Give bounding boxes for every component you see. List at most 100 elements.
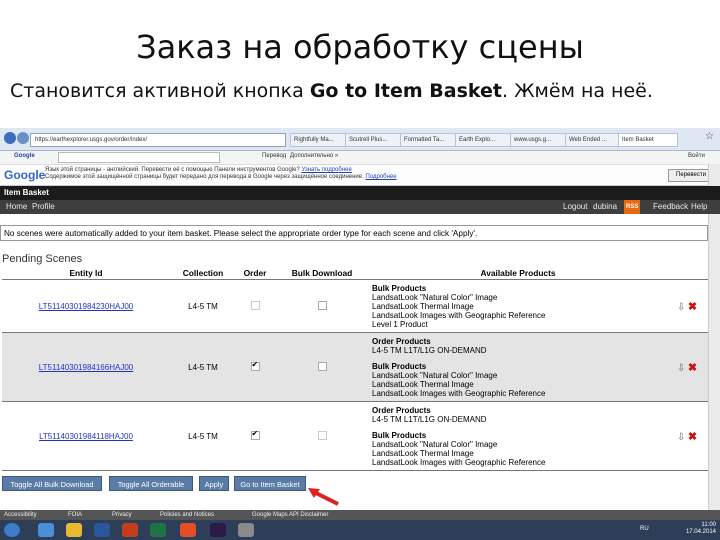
download-icon[interactable]: ⇩ xyxy=(677,363,685,374)
col-collection: Collection xyxy=(170,267,236,280)
page-footer: Accessibility FOIA Privacy Policies and … xyxy=(0,510,720,520)
pending-scenes-table: Entity Id Collection Order Bulk Download… xyxy=(2,267,708,471)
entity-link[interactable]: LT51140301984166HAJ00 xyxy=(2,332,170,402)
browser-titlebar: https://earthexplorer.usgs.gov/order/ind… xyxy=(0,128,720,151)
start-icon[interactable] xyxy=(4,523,20,537)
toolbar-more[interactable]: Дополнительно » xyxy=(290,153,338,159)
product-item: LandsatLook Images with Geographic Refer… xyxy=(372,388,546,398)
browser-tab[interactable]: Web Ended ... xyxy=(565,133,620,147)
star-icon[interactable]: ☆ xyxy=(705,131,714,142)
product-heading: Order Products xyxy=(372,405,431,415)
nav-feedback[interactable]: Feedback xyxy=(653,200,688,214)
translate-bar: Google Язык этой страницы - английский. … xyxy=(0,165,720,186)
download-icon[interactable]: ⇩ xyxy=(677,302,685,313)
translate-learn-link[interactable]: Узнать подробнее xyxy=(301,167,351,173)
entity-link[interactable]: LT51140301984230HAJ00 xyxy=(2,279,170,333)
browser-tab[interactable]: Rightfully Ma... xyxy=(290,133,347,147)
product-heading: Bulk Products xyxy=(372,430,427,440)
order-checkbox[interactable] xyxy=(250,360,260,371)
address-bar[interactable]: https://earthexplorer.usgs.gov/order/ind… xyxy=(30,133,286,147)
nav-logout[interactable]: Logout xyxy=(563,200,587,214)
delete-icon[interactable]: ✖ xyxy=(688,431,697,443)
browser-screenshot: https://earthexplorer.usgs.gov/order/ind… xyxy=(0,128,720,540)
nav-user: dubina xyxy=(593,202,618,211)
browser-tab[interactable]: Scutrell Plus... xyxy=(345,133,402,147)
toolbar-search-input[interactable] xyxy=(58,152,220,163)
browser-tab[interactable]: Formatted Ta... xyxy=(400,133,457,147)
order-checkbox[interactable] xyxy=(250,429,260,440)
footer-link[interactable]: Google Maps API Disclaimer xyxy=(252,510,328,520)
google-logo: Google xyxy=(4,168,46,182)
red-arrow-icon xyxy=(308,488,339,506)
product-item: LandsatLook Thermal Image xyxy=(372,448,474,458)
delete-icon[interactable]: ✖ xyxy=(688,301,697,313)
toggle-bulk-button[interactable]: Toggle All Bulk Download xyxy=(2,476,102,491)
footer-link[interactable]: Accessibility xyxy=(4,510,37,520)
clock-date: 17.04.2014 xyxy=(685,529,716,535)
table-row: LT51140301984230HAJ00 L4-5 TM Bulk Produ… xyxy=(2,279,708,333)
app-icon[interactable] xyxy=(94,523,110,537)
app-icon[interactable] xyxy=(150,523,166,537)
nav-home[interactable]: Home xyxy=(6,200,27,214)
subtitle-after: . Жмём на неё. xyxy=(502,80,653,102)
browser-tab[interactable]: www.usgs.g... xyxy=(510,133,567,147)
windows-taskbar: RU 11:00 17.04.2014 xyxy=(0,520,720,540)
order-checkbox[interactable] xyxy=(250,300,260,310)
product-item: LandsatLook "Natural Color" Image xyxy=(372,292,498,302)
ie-icon[interactable] xyxy=(38,523,54,537)
products-cell: Bulk Products LandsatLook "Natural Color… xyxy=(370,279,666,333)
product-item: L4-5 TM L1T/L1G ON-DEMAND xyxy=(372,345,487,355)
photoshop-icon[interactable] xyxy=(210,523,226,537)
delete-icon[interactable]: ✖ xyxy=(688,362,697,374)
folder-icon[interactable] xyxy=(66,523,82,537)
forward-icon[interactable] xyxy=(17,132,29,144)
footer-link[interactable]: Policies and Notices xyxy=(160,510,214,520)
product-item: LandsatLook "Natural Color" Image xyxy=(372,370,498,380)
toolbar-google-label: Google xyxy=(14,153,35,159)
translate-line2: Содержимое этой защищённой страницы буде… xyxy=(45,174,364,180)
pending-title: Pending Scenes xyxy=(2,253,83,265)
go-to-item-basket-button[interactable]: Go to Item Basket xyxy=(234,476,306,491)
subtitle-bold: Go to Item Basket xyxy=(309,80,502,102)
translate-details-link[interactable]: Подробнее xyxy=(365,174,396,180)
page-nav: Home Profile Logout dubina RSS Feedback … xyxy=(0,200,720,214)
table-row: LT51140301984166HAJ00 L4-5 TM Order Prod… xyxy=(2,332,708,402)
footer-link[interactable]: Privacy xyxy=(112,510,132,520)
products-cell: Order Products L4-5 TM L1T/L1G ON-DEMAND… xyxy=(370,332,666,402)
bulk-checkbox[interactable] xyxy=(317,361,327,371)
product-heading: Bulk Products xyxy=(372,361,427,371)
table-row: LT51140301984118HAJ00 L4-5 TM Order Prod… xyxy=(2,401,708,471)
download-icon[interactable]: ⇩ xyxy=(677,432,685,443)
browser-tab[interactable]: Earth Explo... xyxy=(455,133,512,147)
app-icon[interactable] xyxy=(122,523,138,537)
toggle-orderable-button[interactable]: Toggle All Orderable xyxy=(109,476,193,491)
product-item: LandsatLook Thermal Image xyxy=(372,379,474,389)
app-icon[interactable] xyxy=(180,523,196,537)
col-available-products: Available Products xyxy=(370,267,666,280)
page-scrollbar[interactable] xyxy=(708,164,720,510)
product-item: LandsatLook "Natural Color" Image xyxy=(372,439,498,449)
collection-cell: L4-5 TM xyxy=(170,401,236,471)
product-item: Level 1 Product xyxy=(372,319,428,329)
product-item: L4-5 TM L1T/L1G ON-DEMAND xyxy=(372,414,487,424)
back-icon[interactable] xyxy=(4,132,16,144)
language-indicator[interactable]: RU xyxy=(640,526,649,532)
toolbar-translate[interactable]: Перевод xyxy=(262,153,286,159)
browser-tab-active[interactable]: Item Basket xyxy=(618,133,678,147)
apply-button[interactable]: Apply xyxy=(199,476,229,491)
clock[interactable]: 11:00 17.04.2014 xyxy=(686,522,716,536)
rss-icon[interactable]: RSS xyxy=(624,200,641,214)
collection-cell: L4-5 TM xyxy=(170,279,236,333)
footer-link[interactable]: FOIA xyxy=(68,510,82,520)
nav-profile[interactable]: Profile xyxy=(32,200,55,214)
app-icon[interactable] xyxy=(238,523,254,537)
entity-link[interactable]: LT51140301984118HAJ00 xyxy=(2,401,170,471)
nav-help[interactable]: Help xyxy=(691,200,707,214)
bulk-checkbox[interactable] xyxy=(317,300,327,310)
sign-in-link[interactable]: Войти xyxy=(688,153,705,159)
notice-message: No scenes were automatically added to yo… xyxy=(0,225,708,241)
product-item: LandsatLook Images with Geographic Refer… xyxy=(372,310,546,320)
bulk-checkbox[interactable] xyxy=(317,430,327,440)
col-entity-id: Entity Id xyxy=(2,267,170,280)
translate-line1: Язык этой страницы - английский. Перевес… xyxy=(45,167,302,173)
